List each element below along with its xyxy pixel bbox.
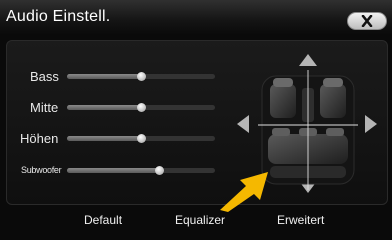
advanced-button[interactable]: Erweitert [277,213,324,227]
arrow-left-icon[interactable] [236,114,250,134]
bass-slider-knob[interactable] [137,72,146,81]
car-seats-icon[interactable] [258,70,358,190]
arrow-right-icon[interactable] [364,114,378,134]
slider-label-mitte: Mitte [30,100,59,115]
title-bar: Audio Einstell. [0,0,392,35]
mitte-slider[interactable] [67,103,215,112]
page-title: Audio Einstell. [6,8,111,25]
close-x-icon [361,15,373,27]
mitte-slider-fill [67,105,141,110]
equalizer-button[interactable]: Equalizer [175,213,225,227]
pointer-arrow-icon [220,172,268,212]
subwoofer-slider[interactable] [67,166,215,175]
close-button[interactable] [347,12,387,30]
hoehen-slider-knob[interactable] [137,134,146,143]
slider-label-hoehen: Höhen [20,131,59,146]
hoehen-slider[interactable] [67,134,215,143]
bass-slider-fill [67,74,141,79]
subwoofer-slider-knob[interactable] [154,166,164,175]
default-button[interactable]: Default [84,213,122,227]
slider-label-subwoofer: Subwoofer [21,165,62,175]
subwoofer-slider-fill [67,168,159,173]
arrow-up-icon[interactable] [298,53,318,67]
hoehen-slider-fill [67,136,141,141]
bass-slider[interactable] [67,72,215,81]
mitte-slider-knob[interactable] [137,103,146,112]
slider-label-bass: Bass [30,69,59,84]
